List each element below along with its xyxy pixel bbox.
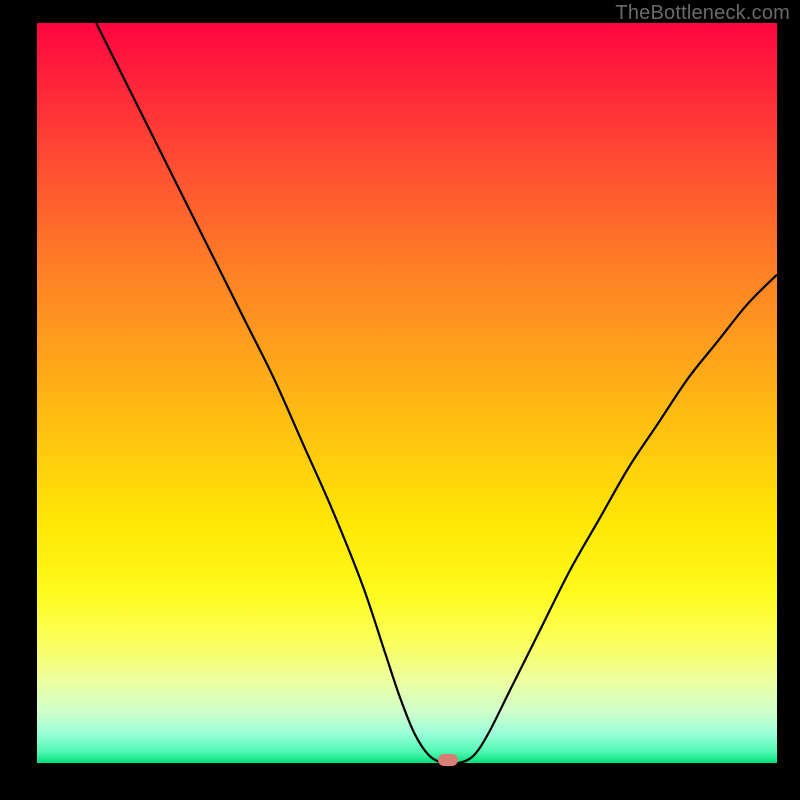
optimum-marker bbox=[438, 754, 458, 766]
bottleneck-curve bbox=[37, 23, 777, 763]
watermark-text: TheBottleneck.com bbox=[615, 2, 790, 25]
chart-frame: TheBottleneck.com bbox=[0, 0, 800, 800]
plot-area bbox=[37, 23, 777, 763]
